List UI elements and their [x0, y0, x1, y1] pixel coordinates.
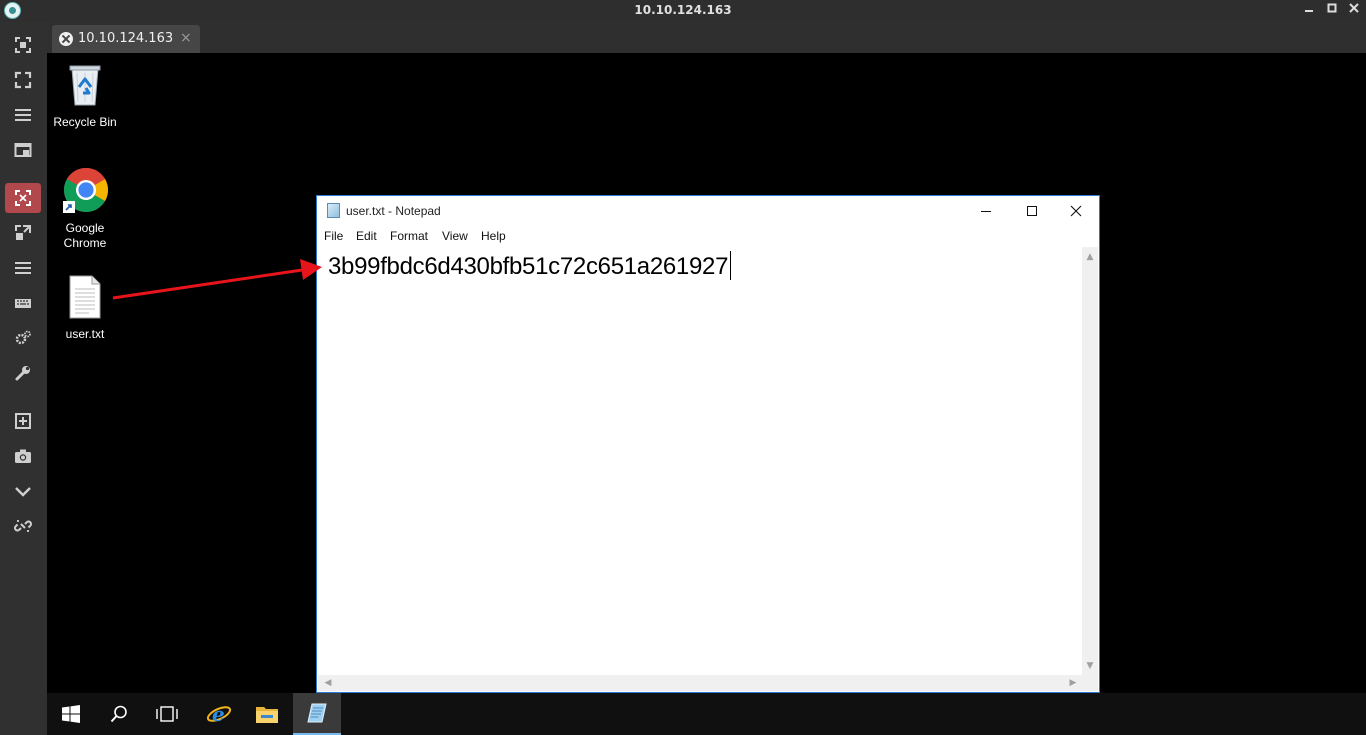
scroll-left-icon[interactable]: ◀ — [320, 675, 336, 691]
disconnect-link-icon — [14, 520, 32, 532]
text-caret — [730, 251, 732, 280]
task-view-button[interactable] — [143, 693, 191, 735]
fullscreen-icon — [14, 71, 32, 89]
close-icon — [1349, 3, 1359, 13]
sidebar-window-layout-button[interactable] — [5, 135, 41, 165]
minimize-icon — [981, 211, 991, 212]
maximize-icon — [1327, 3, 1337, 13]
window-title: 10.10.124.163 — [634, 3, 732, 17]
sidebar-disconnect-button[interactable] — [5, 511, 41, 541]
taskbar-notepad[interactable] — [293, 693, 341, 735]
notepad-content-text: 3b99fbdc6d430bfb51c72c651a261927 — [328, 253, 729, 280]
desktop-icon-user-txt[interactable]: user.txt — [47, 275, 123, 342]
menu-edit[interactable]: Edit — [356, 229, 377, 243]
start-button[interactable] — [47, 693, 95, 735]
settings-gears-icon — [15, 330, 31, 345]
sidebar-screenshot-button[interactable] — [5, 441, 41, 471]
desktop-icon-label: Recycle Bin — [53, 115, 117, 129]
sidebar-screenshot-region-button[interactable] — [5, 30, 41, 60]
sidebar-expand-button[interactable] — [5, 476, 41, 506]
chevron-down-icon — [15, 487, 31, 497]
new-window-icon — [15, 413, 31, 429]
sidebar-fit-screen-button[interactable] — [5, 183, 41, 213]
svg-text:e: e — [212, 702, 225, 726]
sidebar — [0, 22, 47, 735]
menu-help[interactable]: Help — [481, 229, 506, 243]
window-layout-icon — [14, 143, 32, 157]
vertical-scrollbar[interactable]: ▲ ▼ — [1082, 247, 1098, 676]
wrench-icon — [15, 366, 30, 381]
maximize-icon — [1027, 206, 1037, 216]
scrollbar-corner — [1082, 675, 1098, 691]
sidebar-menu-button[interactable] — [5, 100, 41, 130]
search-button[interactable] — [95, 693, 143, 735]
camera-icon — [15, 449, 31, 463]
sidebar-tools-button[interactable] — [5, 358, 41, 388]
menu-lines-icon — [15, 262, 31, 274]
notepad-minimize-button[interactable] — [963, 196, 1009, 226]
notepad-icon — [327, 203, 340, 218]
minimize-icon — [1305, 10, 1313, 12]
scale-icon — [15, 225, 31, 240]
screenshot-region-icon — [15, 37, 31, 53]
chrome-icon — [63, 168, 108, 213]
tab-strip: 10.10.124.163 × — [47, 22, 1366, 53]
notepad-title-bar[interactable]: user.txt - Notepad — [317, 196, 1099, 226]
notepad-icon — [307, 703, 327, 723]
tab-label: 10.10.124.163 — [78, 31, 174, 46]
internet-explorer-icon: e — [206, 702, 232, 726]
notepad-menu-bar: File Edit Format View Help — [317, 226, 1099, 246]
sidebar-new-window-button[interactable] — [5, 406, 41, 436]
maximize-button[interactable] — [1325, 2, 1339, 18]
menu-file[interactable]: File — [324, 229, 343, 243]
close-button[interactable] — [1347, 2, 1361, 18]
desktop-icon-label: user.txt — [65, 327, 105, 341]
scroll-right-icon[interactable]: ▶ — [1065, 675, 1081, 691]
sidebar-keyboard-button[interactable] — [5, 288, 41, 318]
search-icon — [110, 705, 127, 723]
keyboard-icon — [15, 299, 31, 308]
desktop-icon-recycle-bin[interactable]: Recycle Bin — [47, 61, 123, 130]
notepad-maximize-button[interactable] — [1009, 196, 1055, 226]
title-bar: 10.10.124.163 — [0, 0, 1366, 22]
horizontal-scrollbar[interactable]: ◀ ▶ — [318, 675, 1083, 691]
sidebar-menu-button-2[interactable] — [5, 253, 41, 283]
tab-remote-session[interactable]: 10.10.124.163 × — [52, 25, 200, 53]
tab-close-button[interactable]: × — [180, 30, 192, 46]
fit-screen-icon — [15, 190, 31, 206]
scroll-up-icon[interactable]: ▲ — [1082, 249, 1098, 265]
remote-desktop-icon — [59, 32, 73, 46]
taskbar-internet-explorer[interactable]: e — [195, 693, 243, 735]
minimize-button[interactable] — [1302, 2, 1316, 18]
text-file-icon — [69, 275, 101, 319]
desktop-icon-label-line: Google — [65, 221, 105, 235]
notepad-text-area[interactable]: 3b99fbdc6d430bfb51c72c651a261927 — [318, 247, 1083, 676]
menu-format[interactable]: Format — [390, 229, 428, 243]
sidebar-scale-button[interactable] — [5, 218, 41, 248]
task-view-icon — [156, 706, 178, 722]
desktop-icon-label-line: Chrome — [63, 236, 107, 250]
notepad-title: user.txt - Notepad — [346, 204, 441, 218]
notepad-close-button[interactable] — [1053, 196, 1099, 226]
close-icon — [1070, 205, 1082, 217]
sidebar-settings-button[interactable] — [5, 323, 41, 353]
notepad-window[interactable]: user.txt - Notepad File Edit Format View… — [316, 195, 1100, 693]
file-explorer-icon — [256, 707, 278, 723]
windows-start-icon — [62, 705, 80, 723]
menu-lines-icon — [15, 109, 31, 121]
desktop-icon-label: Google Chrome — [47, 221, 123, 251]
desktop-icon-google-chrome[interactable]: Google Chrome — [47, 167, 123, 251]
recycle-bin-icon — [69, 65, 101, 106]
notepad-content: 3b99fbdc6d430bfb51c72c651a261927 — [328, 251, 732, 281]
menu-view[interactable]: View — [442, 229, 468, 243]
scroll-down-icon[interactable]: ▼ — [1082, 658, 1098, 674]
sidebar-fullscreen-button[interactable] — [5, 65, 41, 95]
taskbar-file-explorer[interactable] — [243, 693, 291, 735]
taskbar: e — [47, 693, 1366, 735]
